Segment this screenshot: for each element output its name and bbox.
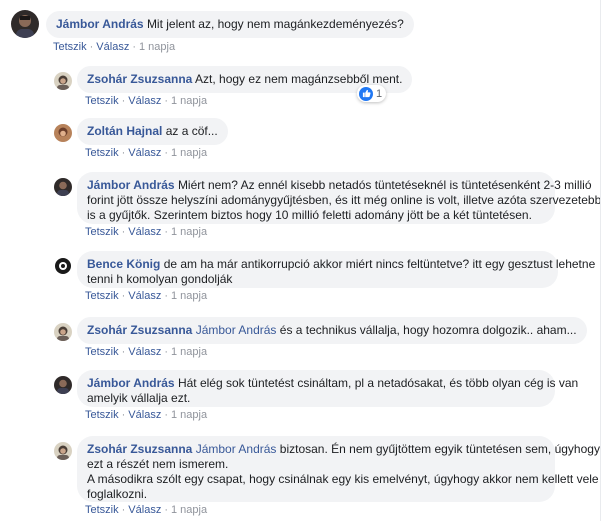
comment-text-line: Miért nem? Az ennél kisebb netadós tünte…: [177, 178, 592, 192]
timestamp[interactable]: 1 napja: [171, 504, 207, 516]
user-avatar-icon[interactable]: [54, 72, 72, 90]
comment-bubble: Zoltán Hajnal az a cöf...: [77, 118, 228, 145]
comment-actions: Tetszik · Válasz · 1 napja: [85, 147, 208, 159]
reply: Jámbor András Miért nem? Az ennél kisebb…: [0, 170, 605, 242]
comment-text-line: amelyik vállalja ezt.: [87, 391, 191, 405]
comment-author[interactable]: Jámbor András: [87, 178, 175, 192]
comment-actions: Tetszik · Válasz · 1 napja: [53, 41, 176, 53]
like-link[interactable]: Tetszik: [85, 346, 119, 358]
reaction-count-badge[interactable]: 1: [357, 85, 387, 102]
scrollbar[interactable]: [600, 0, 605, 521]
timestamp[interactable]: 1 napja: [171, 147, 207, 159]
comment-text: Azt, hogy ez nem magánzsebből ment.: [195, 72, 403, 86]
reply-link[interactable]: Válasz: [128, 504, 161, 516]
reply: Zsohár Zsuzsanna Jámbor András és a tech…: [0, 315, 605, 363]
comment-actions: Tetszik · Válasz · 1 napja: [85, 290, 208, 302]
comment-text-line: biztosan. Én nem gyűjtöttem egyik tüntet…: [279, 442, 600, 456]
like-link[interactable]: Tetszik: [85, 409, 119, 421]
comment-text-line: foglalkozni.: [87, 487, 148, 501]
comment-author[interactable]: Zoltán Hajnal: [87, 124, 162, 138]
like-link[interactable]: Tetszik: [85, 147, 119, 159]
reply-link[interactable]: Válasz: [128, 409, 161, 421]
comment-text-line: tenni h komolyan gondolják: [87, 272, 233, 286]
comment-author[interactable]: Zsohár Zsuzsanna: [87, 442, 192, 456]
reply-link[interactable]: Válasz: [128, 226, 161, 238]
comment-author[interactable]: Bence König: [87, 257, 160, 271]
comment-text-line: is a gyűjtők. Szerintem biztos hogy 10 m…: [87, 208, 532, 222]
comment-text: és a technikus vállalja, hogy hozomra do…: [279, 323, 577, 337]
comment-author[interactable]: Zsohár Zsuzsanna: [87, 323, 192, 337]
comment-actions: Tetszik · Válasz · 1 napja: [85, 504, 208, 516]
timestamp[interactable]: 1 napja: [171, 95, 207, 107]
user-avatar-icon[interactable]: [54, 178, 72, 196]
like-link[interactable]: Tetszik: [53, 41, 87, 53]
comment-bubble: Zsohár Zsuzsanna Jámbor András biztosan.…: [77, 436, 600, 502]
comment-text-line: forint jött össze helyszíni adománygyűjt…: [87, 193, 605, 207]
comment-text-line: ezt a részét nem ismerem.: [87, 457, 229, 471]
comment-bubble: Jámbor András Hát elég sok tüntetést csi…: [77, 370, 578, 407]
reply-link[interactable]: Válasz: [128, 290, 161, 302]
comment-author[interactable]: Jámbor András: [56, 17, 144, 31]
user-avatar-icon[interactable]: [54, 376, 72, 394]
comment-actions: Tetszik · Válasz · 1 napja: [85, 95, 208, 107]
comment-actions: Tetszik · Válasz · 1 napja: [85, 346, 208, 358]
reply-link[interactable]: Válasz: [128, 95, 161, 107]
reply: Jámbor András Hát elég sok tüntetést csi…: [0, 368, 605, 428]
user-avatar-icon[interactable]: [54, 257, 72, 275]
reply: Zoltán Hajnal az a cöf... Tetszik · Válasz…: [0, 116, 605, 164]
comment-actions: Tetszik · Válasz · 1 napja: [85, 409, 208, 421]
comment-bubble: Bence König de am ha már antikorrupció a…: [77, 251, 595, 288]
timestamp[interactable]: 1 napja: [171, 226, 207, 238]
user-avatar-icon[interactable]: [54, 124, 72, 142]
like-link[interactable]: Tetszik: [85, 504, 119, 516]
comment-author[interactable]: Jámbor András: [87, 376, 175, 390]
reply: Zsohár Zsuzsanna Azt, hogy ez nem magánz…: [0, 62, 605, 112]
user-avatar-icon[interactable]: [54, 442, 72, 460]
comment-text-line: A másodikra szólt egy csapat, hogy csiná…: [87, 472, 599, 486]
timestamp[interactable]: 1 napja: [139, 41, 175, 53]
comment-author[interactable]: Zsohár Zsuzsanna: [87, 72, 192, 86]
user-avatar-icon[interactable]: [11, 10, 39, 38]
comment: Jámbor András Mit jelent az, hogy nem ma…: [0, 0, 605, 60]
reply-link[interactable]: Válasz: [128, 147, 161, 159]
comment-bubble: Jámbor András Mit jelent az, hogy nem ma…: [46, 11, 414, 38]
timestamp[interactable]: 1 napja: [171, 290, 207, 302]
comment-text-line: de am ha már antikorrupció akkor miért n…: [163, 257, 596, 271]
reply-link[interactable]: Válasz: [96, 41, 129, 53]
timestamp[interactable]: 1 napja: [171, 346, 207, 358]
mention-link[interactable]: Jámbor András: [196, 442, 277, 456]
like-link[interactable]: Tetszik: [85, 226, 119, 238]
comment-actions: Tetszik · Válasz · 1 napja: [85, 226, 208, 238]
timestamp[interactable]: 1 napja: [171, 409, 207, 421]
comment-bubble: Jámbor András Miért nem? Az ennél kisebb…: [77, 172, 605, 224]
like-link[interactable]: Tetszik: [85, 290, 119, 302]
mention-link[interactable]: Jámbor András: [196, 323, 277, 337]
user-avatar-icon[interactable]: [54, 323, 72, 341]
thumbs-up-icon: [359, 86, 373, 101]
reply-link[interactable]: Válasz: [128, 346, 161, 358]
comment-text: Mit jelent az, hogy nem magánkezdeményez…: [146, 17, 404, 31]
reply: Bence König de am ha már antikorrupció a…: [0, 249, 605, 309]
reply: Zsohár Zsuzsanna Jámbor András biztosan.…: [0, 434, 605, 521]
reaction-count: 1: [376, 87, 383, 100]
comment-text-line: Hát elég sok tüntetést csináltam, pl a n…: [177, 376, 579, 390]
comment-bubble: Zsohár Zsuzsanna Jámbor András és a tech…: [77, 317, 587, 344]
comment-text: az a cöf...: [165, 124, 218, 138]
like-link[interactable]: Tetszik: [85, 95, 119, 107]
